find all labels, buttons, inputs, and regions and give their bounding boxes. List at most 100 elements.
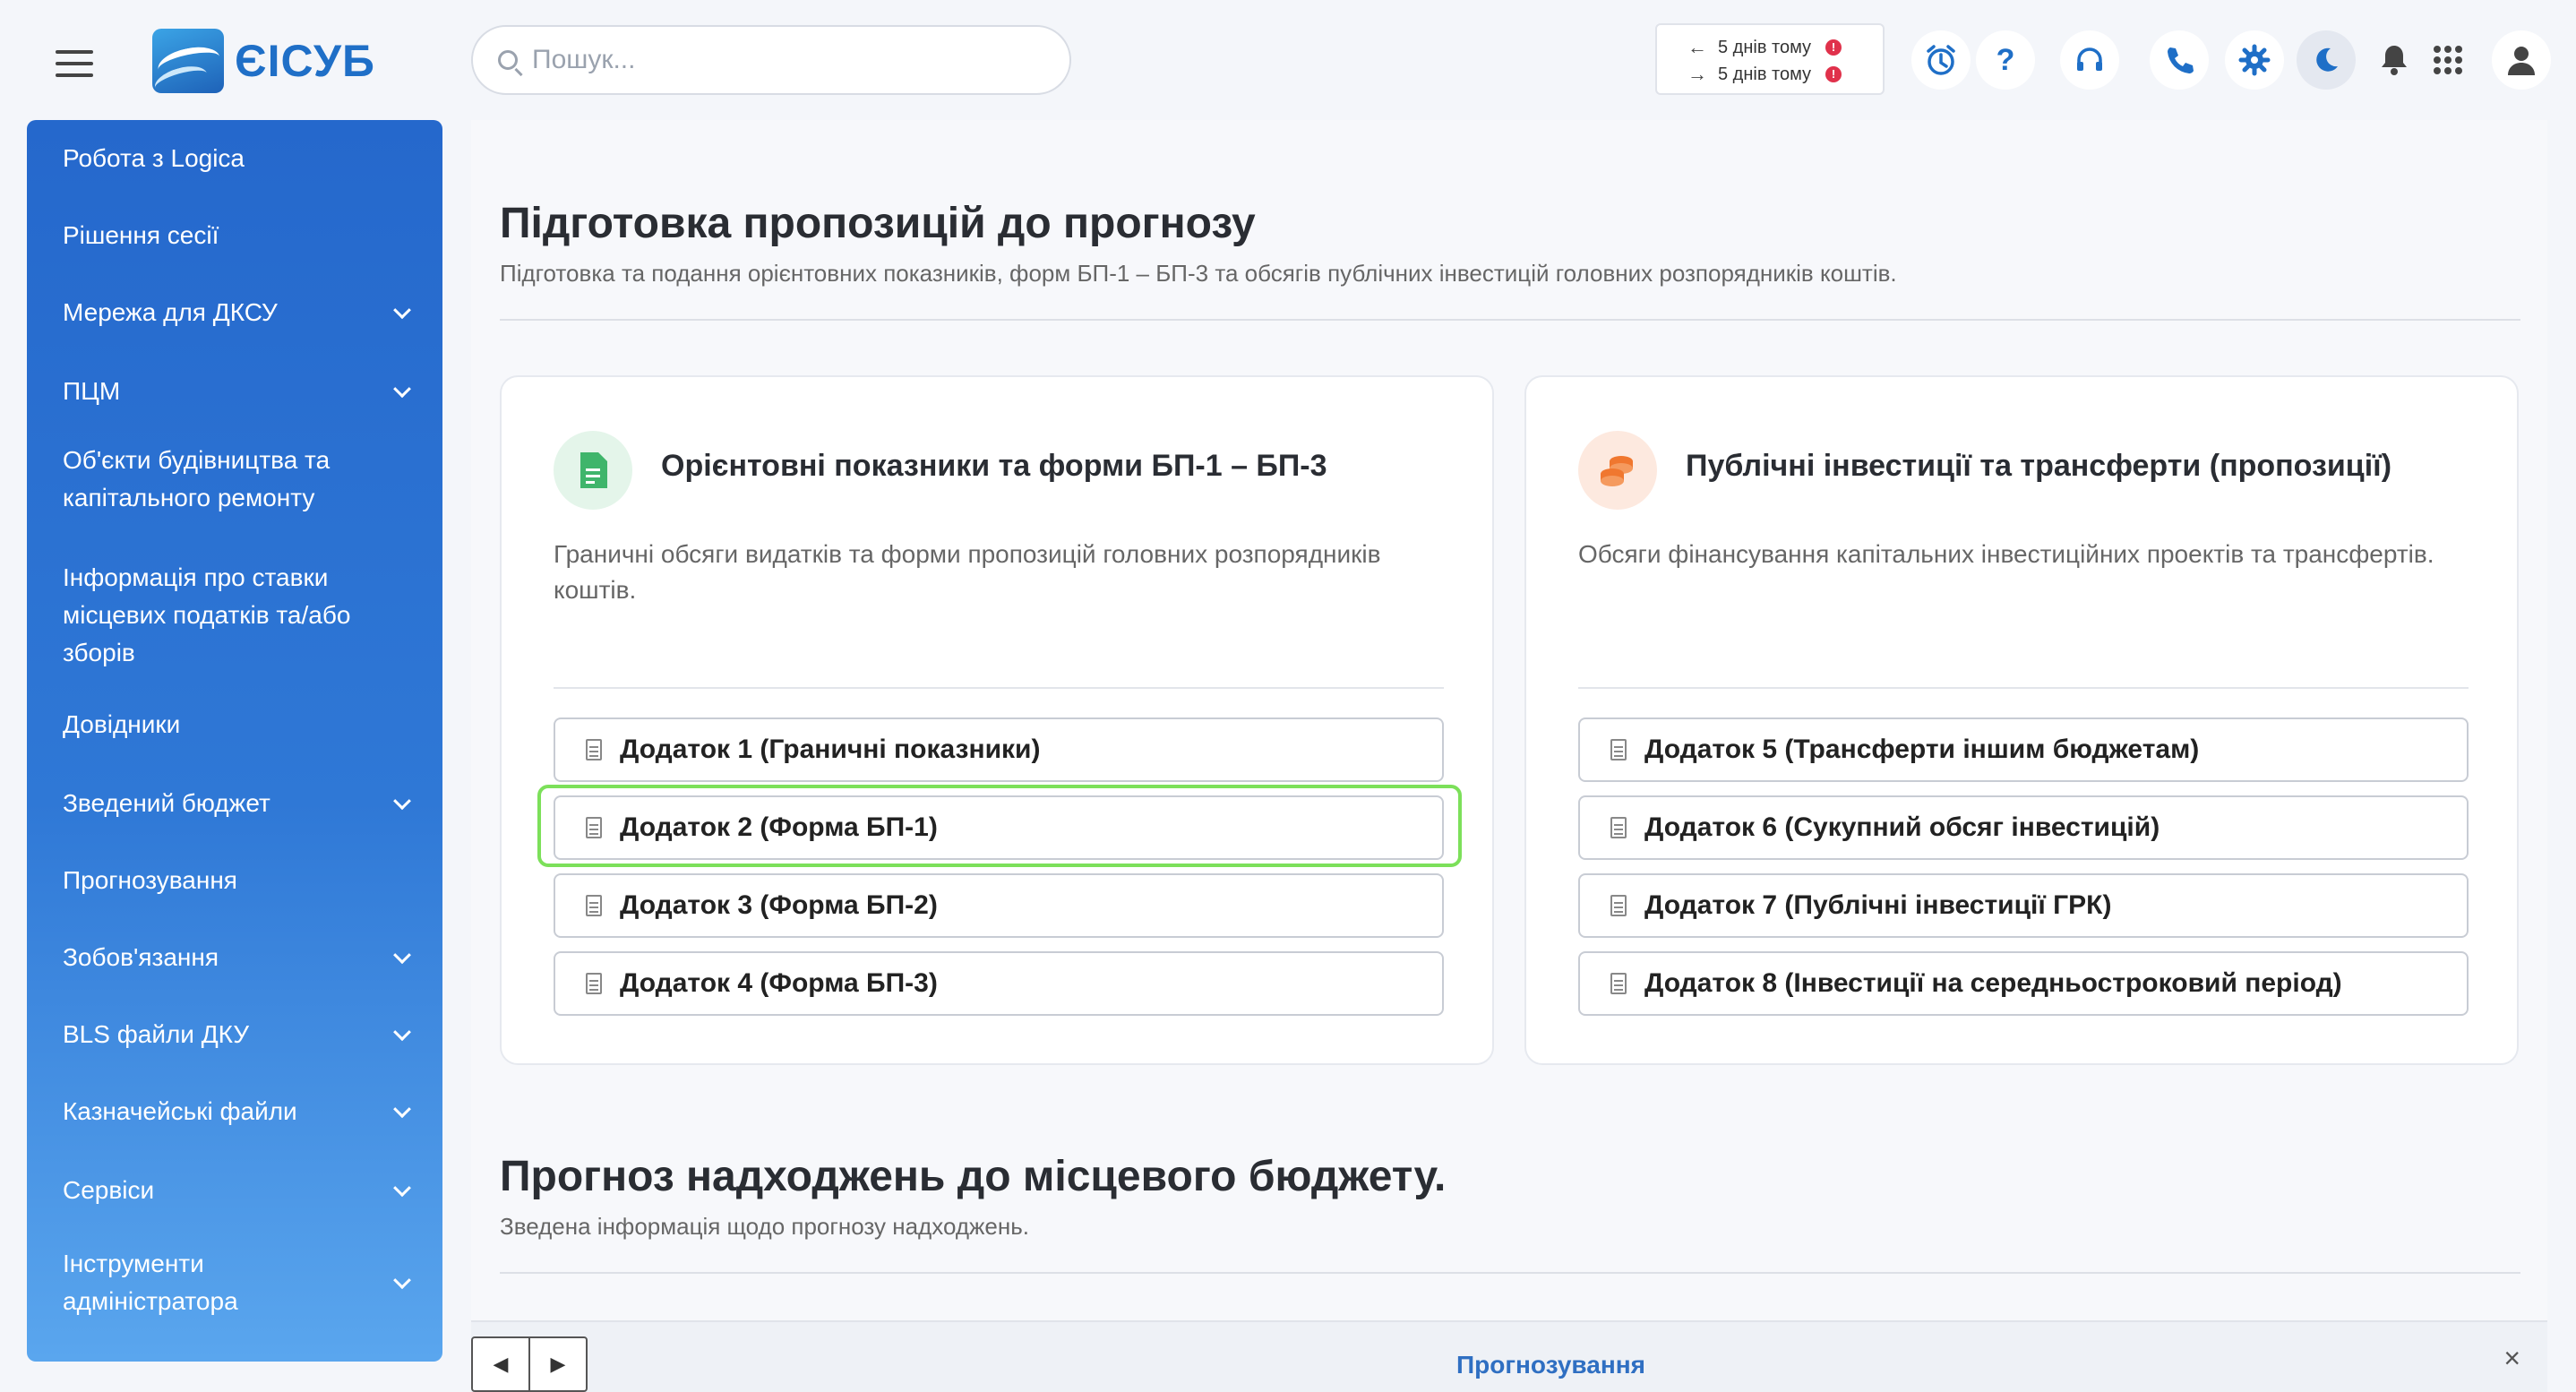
file-icon (586, 739, 602, 760)
button-label: Додаток 4 (Форма БП-3) (620, 968, 938, 998)
gear-icon[interactable] (2225, 30, 2284, 90)
user-icon[interactable] (2492, 30, 2551, 90)
sync-incoming-text: 5 днів тому (1718, 64, 1812, 84)
card-title: Орієнтовні показники та форми БП-1 – БП-… (661, 449, 1327, 483)
app-logo[interactable]: ЄІСУБ (152, 29, 375, 93)
button-label: Додаток 5 (Трансферти іншим бюджетам) (1644, 735, 2200, 764)
help-icon[interactable]: ? (1976, 30, 2035, 90)
apps-grid-icon[interactable] (2418, 30, 2477, 90)
phone-icon[interactable] (2150, 30, 2209, 90)
section-title-revenue-forecast: Прогноз надходжень до місцевого бюджету. (500, 1153, 1447, 1200)
sidebar-item-label: Мережа для ДКСУ (63, 298, 278, 326)
button-label: Додаток 3 (Форма БП-2) (620, 890, 938, 920)
sidebar-item-tax-rates[interactable]: Інформація про ставки місцевих податків … (27, 557, 442, 674)
sidebar-item-logica[interactable]: Робота з Logica (27, 131, 442, 186)
appendix-4-button[interactable]: Додаток 4 (Форма БП-3) (554, 951, 1444, 1016)
file-icon (586, 895, 602, 916)
section-subtitle-proposals: Підготовка та подання орієнтовних показн… (500, 260, 1897, 287)
search-box[interactable] (471, 25, 1071, 95)
coins-icon (1578, 431, 1657, 510)
card-title: Публічні інвестиції та трансферти (пропо… (1686, 449, 2392, 483)
sidebar-item-label: Зведений бюджет (63, 789, 270, 817)
chevron-down-icon (393, 380, 411, 399)
file-icon (1610, 973, 1627, 994)
sync-status[interactable]: ← 5 днів тому ! → 5 днів тому ! (1655, 23, 1885, 95)
alarm-icon[interactable] (1911, 30, 1971, 90)
chevron-down-icon (393, 1271, 411, 1290)
sync-outgoing-text: 5 днів тому (1718, 37, 1812, 57)
sidebar-item-label: Зобов'язання (63, 943, 219, 971)
appendix-8-button[interactable]: Додаток 8 (Інвестиції на середньостроков… (1578, 951, 2469, 1016)
file-icon (1610, 817, 1627, 838)
appendix-1-button[interactable]: Додаток 1 (Граничні показники) (554, 717, 1444, 782)
prev-tab-button[interactable]: ◀ (473, 1338, 530, 1390)
sidebar-item-label: Казначейські файли (63, 1097, 297, 1125)
headset-icon[interactable] (2060, 30, 2119, 90)
logo-icon (152, 29, 224, 93)
appendix-5-button[interactable]: Додаток 5 (Трансферти іншим бюджетам) (1578, 717, 2469, 782)
moon-icon[interactable] (2297, 30, 2356, 90)
arrow-right-icon: → (1687, 63, 1707, 85)
next-tab-button[interactable]: ▶ (530, 1338, 586, 1390)
sidebar-item-label: Робота з Logica (63, 144, 245, 172)
sidebar-item-forecasting[interactable]: Прогнозування (27, 853, 442, 908)
sidebar-item-pcm[interactable]: ПЦМ (27, 364, 442, 419)
sidebar-item-bls-files[interactable]: BLS файли ДКУ (27, 1007, 442, 1062)
chevron-down-icon (393, 1023, 411, 1042)
divider (554, 687, 1444, 689)
chevron-down-icon (393, 1179, 411, 1198)
selection-highlight (537, 785, 1462, 867)
app-name: ЄІСУБ (235, 36, 375, 86)
card-indicators-forms: Орієнтовні показники та форми БП-1 – БП-… (500, 375, 1494, 1065)
button-label: Додаток 7 (Публічні інвестиції ГРК) (1644, 890, 2112, 920)
sidebar-item-obligations[interactable]: Зобов'язання (27, 930, 442, 985)
sidebar-item-label: Інформація про ставки місцевих податків … (63, 563, 351, 666)
main-content: Підготовка пропозицій до прогнозу Підгот… (471, 120, 2547, 1320)
alert-badge: ! (1825, 39, 1842, 56)
sidebar-item-label: Довідники (63, 710, 181, 738)
chevron-down-icon (393, 792, 411, 811)
sidebar-item-directories[interactable]: Довідники (27, 697, 442, 752)
sidebar-item-label: Рішення сесії (63, 221, 219, 249)
appendix-6-button[interactable]: Додаток 6 (Сукупний обсяг інвестицій) (1578, 795, 2469, 860)
bell-icon[interactable] (2365, 30, 2424, 90)
sidebar-item-session-decisions[interactable]: Рішення сесії (27, 208, 442, 263)
chevron-down-icon (393, 1100, 411, 1119)
sidebar-item-label: Об'єкти будівництва та капітального ремо… (63, 446, 331, 511)
section-subtitle-revenue-forecast: Зведена інформація щодо прогнозу надходж… (500, 1213, 1029, 1240)
sidebar-item-treasury-files[interactable]: Казначейські файли (27, 1084, 442, 1139)
divider (1578, 687, 2469, 689)
chevron-down-icon (393, 946, 411, 965)
sidebar-item-label: Інструменти адміністратора (63, 1250, 238, 1315)
bottom-tab-bar: ◀ ▶ Прогнозування × (471, 1320, 2547, 1392)
sidebar-item-services[interactable]: Сервіси (27, 1163, 442, 1218)
sync-outgoing: ← 5 днів тому ! (1687, 34, 1883, 61)
alert-badge: ! (1825, 66, 1842, 82)
chevron-down-icon (393, 301, 411, 320)
appendix-3-button[interactable]: Додаток 3 (Форма БП-2) (554, 873, 1444, 938)
button-label: Додаток 8 (Інвестиції на середньостроков… (1644, 968, 2342, 998)
button-label: Додаток 1 (Граничні показники) (620, 735, 1041, 764)
sync-incoming: → 5 днів тому ! (1687, 61, 1883, 88)
button-label: Додаток 6 (Сукупний обсяг інвестицій) (1644, 812, 2160, 842)
file-icon (1610, 895, 1627, 916)
appendix-7-button[interactable]: Додаток 7 (Публічні інвестиції ГРК) (1578, 873, 2469, 938)
sidebar-item-label: BLS файли ДКУ (63, 1020, 250, 1048)
card-public-investments: Публічні інвестиції та трансферти (пропо… (1524, 375, 2519, 1065)
section-title-proposals: Підготовка пропозицій до прогнозу (500, 200, 1256, 247)
close-icon[interactable]: × (2503, 1342, 2520, 1375)
tab-forecasting[interactable]: Прогнозування (1456, 1351, 1645, 1379)
arrow-left-icon: ← (1687, 36, 1707, 58)
sidebar-item-consolidated-budget[interactable]: Зведений бюджет (27, 776, 442, 831)
sidebar-item-admin-tools[interactable]: Інструменти адміністратора (27, 1240, 442, 1326)
search-input[interactable] (532, 45, 1034, 75)
sidebar-item-label: Сервіси (63, 1176, 155, 1204)
top-bar: ЄІСУБ ← 5 днів тому ! → 5 днів тому ! ? (0, 0, 2576, 120)
hamburger-icon[interactable] (56, 50, 93, 77)
sidebar-item-construction[interactable]: Об'єкти будівництва та капітального ремо… (27, 439, 442, 520)
card-description: Обсяги фінансування капітальних інвестиц… (1578, 540, 2434, 568)
divider (500, 1272, 2520, 1274)
sidebar: Робота з Logica Рішення сесії Мережа для… (27, 120, 442, 1362)
sidebar-item-dksu-network[interactable]: Мережа для ДКСУ (27, 285, 442, 340)
sidebar-item-label: ПЦМ (63, 377, 121, 405)
